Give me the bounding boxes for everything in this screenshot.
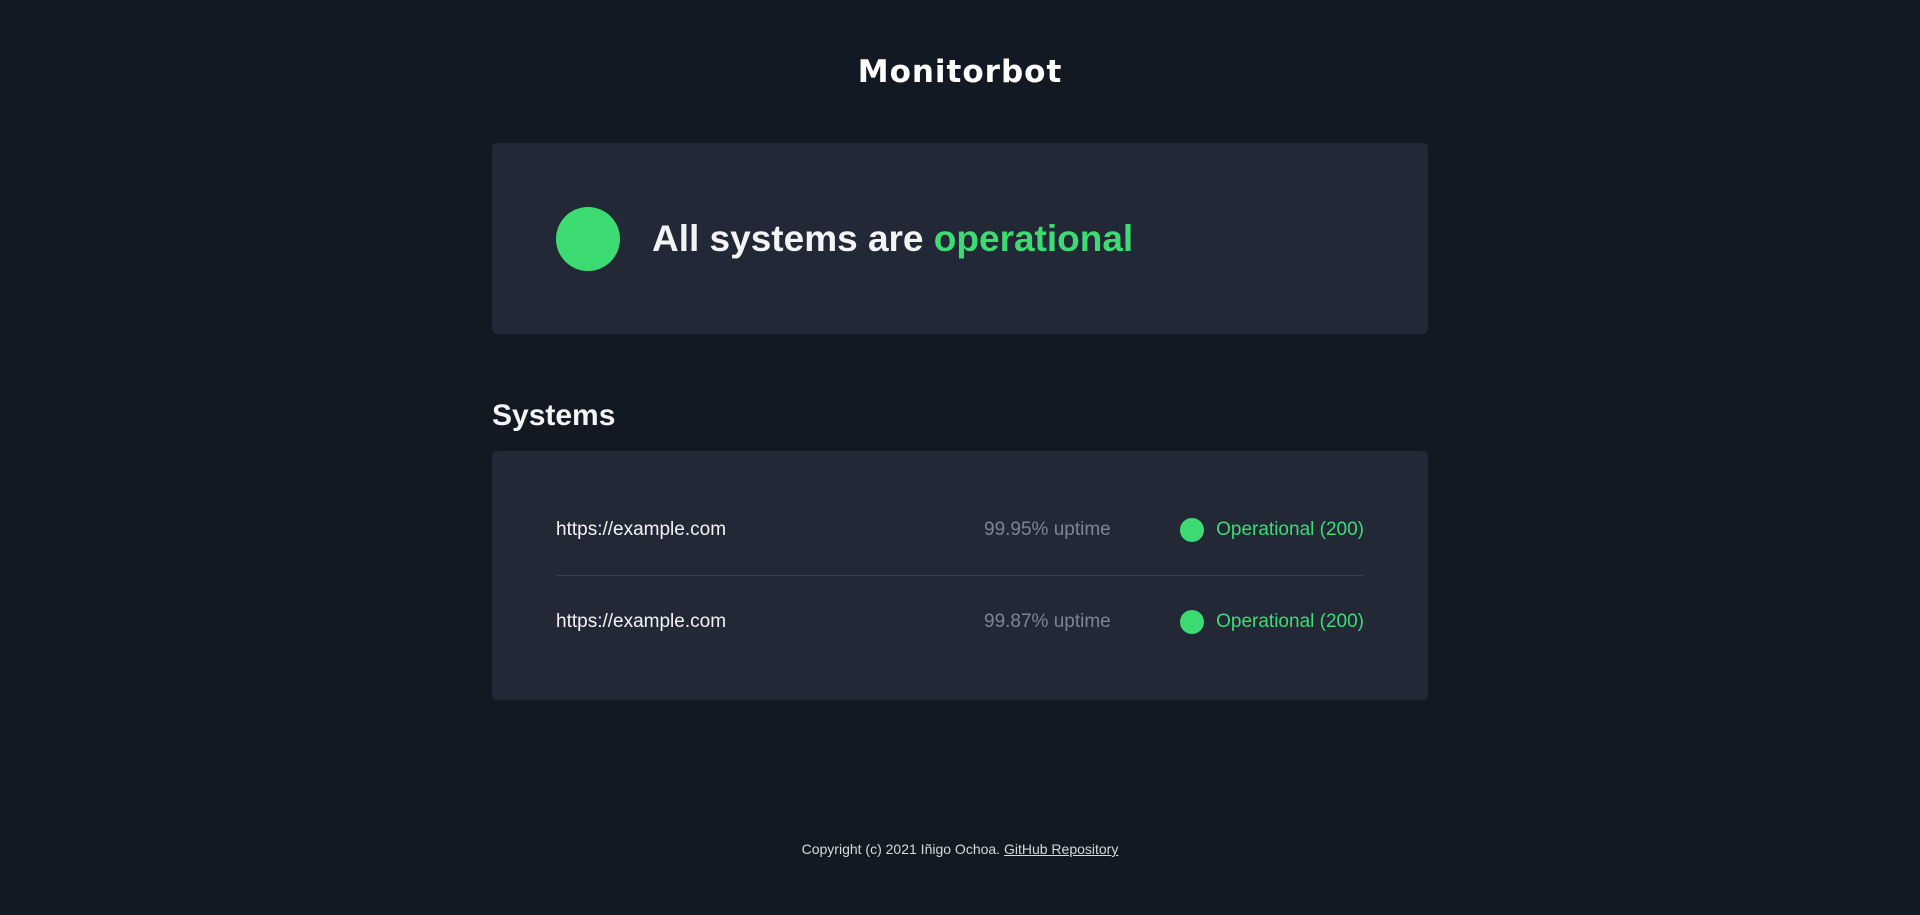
systems-heading: Systems [492, 399, 616, 432]
overall-status-text: All systems are operational [652, 215, 1133, 263]
footer-copyright: Copyright (c) 2021 Iñigo Ochoa. [801, 841, 1001, 857]
status-label: Operational (200) [1216, 519, 1364, 540]
system-uptime: 99.95% uptime [984, 519, 1111, 540]
system-uptime: 99.87% uptime [984, 611, 1111, 632]
system-url: https://example.com [556, 611, 727, 632]
system-row: https://example.com 99.95% uptime Operat… [556, 451, 1364, 576]
system-status: Operational (200) [1180, 609, 1364, 635]
status-dot-icon [1180, 518, 1205, 542]
overall-status-card: All systems are operational [492, 143, 1428, 334]
overall-status-dot-icon [556, 207, 620, 271]
system-url: https://example.com [556, 519, 727, 540]
status-dot-icon [1180, 610, 1205, 634]
status-label: Operational (200) [1216, 611, 1364, 632]
overall-status-prefix: All systems are [652, 218, 924, 259]
footer: Copyright (c) 2021 Iñigo Ochoa. GitHub R… [0, 839, 1920, 859]
overall-status-word: operational [933, 218, 1134, 259]
github-repository-link[interactable]: GitHub Repository [1004, 841, 1118, 857]
logo: Monitorbot [857, 54, 1063, 90]
system-row: https://example.com 99.87% uptime Operat… [556, 576, 1364, 669]
system-status: Operational (200) [1180, 517, 1364, 543]
systems-card: https://example.com 99.95% uptime Operat… [492, 451, 1428, 700]
